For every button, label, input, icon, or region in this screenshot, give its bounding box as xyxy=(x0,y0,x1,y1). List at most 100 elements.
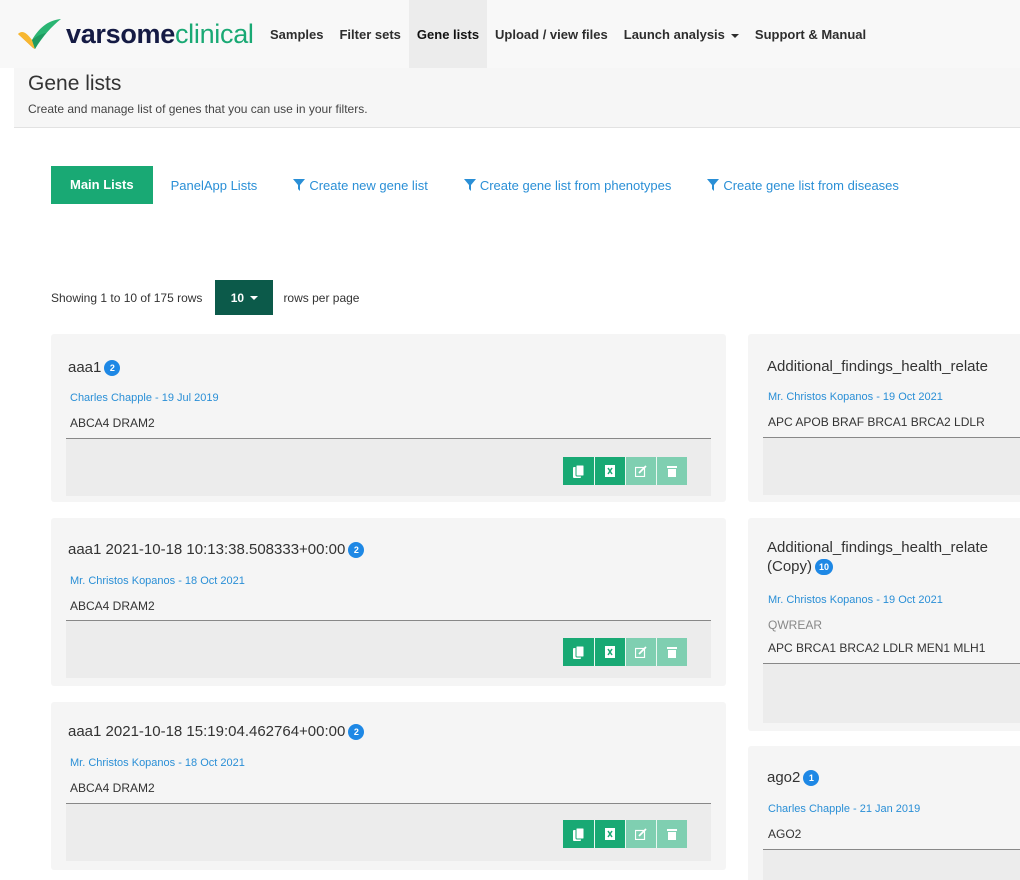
card-title-text: aaa1 2021-10-18 10:13:38.508333+00:00 xyxy=(68,541,346,558)
card-genes: ABCA4 DRAM2 xyxy=(70,416,155,430)
card-author-date: Mr. Christos Kopanos - 19 Oct 2021 xyxy=(768,594,943,606)
delete-button[interactable] xyxy=(656,457,687,485)
create-new-gene-list-label: Create new gene list xyxy=(309,177,428,193)
card-title[interactable]: Additional_findings_health_relate xyxy=(767,357,988,376)
trash-icon xyxy=(667,466,677,477)
gene-list-card: aaa1 2021-10-18 10:13:38.508333+00:00 2 M… xyxy=(51,518,726,686)
list-tabs: Main Lists PanelApp Lists Create new gen… xyxy=(51,166,917,204)
gene-count-badge: 10 xyxy=(815,559,834,575)
edit-icon xyxy=(635,465,647,477)
rows-per-page-dropdown[interactable]: 10 xyxy=(215,280,274,315)
trash-icon xyxy=(667,647,677,658)
gene-list-card: Additional_findings_health_relate (Copy)… xyxy=(748,518,1020,731)
rows-per-page-label: rows per page xyxy=(283,290,360,305)
edit-icon xyxy=(635,646,647,658)
gene-list-card: Additional_findings_health_relate Mr. Ch… xyxy=(748,334,1020,502)
card-title[interactable]: ago2 1 xyxy=(767,768,820,787)
page-header: Gene lists Create and manage list of gen… xyxy=(14,68,1020,128)
card-title-line2: (Copy) 10 xyxy=(767,557,988,576)
gene-count-badge: 2 xyxy=(104,360,121,376)
gene-list-card: ago2 1 Charles Chapple - 21 Jan 2019 AGO2 xyxy=(748,746,1020,880)
card-title-text: aaa1 2021-10-18 15:19:04.462764+00:00 xyxy=(68,723,346,740)
gene-count-badge: 2 xyxy=(348,542,365,558)
chevron-down-icon xyxy=(730,33,739,38)
card-genes: APC BRCA1 BRCA2 LDLR MEN1 MLH1 xyxy=(768,641,986,655)
nav-filter-sets[interactable]: Filter sets xyxy=(331,0,408,68)
edit-button[interactable] xyxy=(625,457,656,485)
gene-count-badge: 2 xyxy=(348,724,365,740)
gene-list-card: aaa1 2 Charles Chapple - 19 Jul 2019 ABCA… xyxy=(51,334,726,502)
brand-logo[interactable]: varsomeclinical xyxy=(16,12,254,56)
card-title[interactable]: aaa1 2021-10-18 15:19:04.462764+00:00 2 xyxy=(68,722,365,741)
card-footer xyxy=(763,849,1020,880)
filter-icon xyxy=(293,179,306,191)
filter-icon xyxy=(463,179,476,191)
card-title-text: ago2 xyxy=(767,769,801,786)
card-footer xyxy=(763,663,1020,723)
chevron-down-icon xyxy=(250,295,259,300)
pagination-info: Showing 1 to 10 of 175 rows 10 rows per … xyxy=(51,280,359,315)
create-from-phenotypes-link[interactable]: Create gene list from phenotypes xyxy=(446,178,690,193)
card-footer xyxy=(66,620,711,678)
top-navbar: varsomeclinical Samples Filter sets Gene… xyxy=(0,0,1020,68)
card-genes: ABCA4 DRAM2 xyxy=(70,599,155,613)
card-author-date: Mr. Christos Kopanos - 19 Oct 2021 xyxy=(768,391,943,403)
edit-button[interactable] xyxy=(625,638,656,666)
export-excel-button[interactable] xyxy=(594,820,625,848)
create-from-phenotypes-label: Create gene list from phenotypes xyxy=(479,177,672,193)
card-actions xyxy=(563,820,687,848)
filter-icon xyxy=(707,179,720,191)
card-footer xyxy=(763,437,1020,495)
gene-list-card: aaa1 2021-10-18 15:19:04.462764+00:00 2 M… xyxy=(51,702,726,870)
create-from-diseases-label: Create gene list from diseases xyxy=(723,177,899,193)
logo-check-icon xyxy=(18,19,61,49)
card-author-date: Mr. Christos Kopanos - 18 Oct 2021 xyxy=(70,757,245,769)
card-title-suffix: (Copy) xyxy=(767,558,813,575)
card-genes: ABCA4 DRAM2 xyxy=(70,781,155,795)
excel-icon xyxy=(605,465,615,477)
copy-icon xyxy=(572,464,584,478)
export-excel-button[interactable] xyxy=(594,457,625,485)
tab-main-lists[interactable]: Main Lists xyxy=(51,166,153,204)
card-actions xyxy=(563,638,687,666)
tab-panelapp-lists[interactable]: PanelApp Lists xyxy=(153,178,276,193)
page-title: Gene lists xyxy=(28,72,122,95)
copy-icon xyxy=(572,827,584,841)
card-title-text: Additional_findings_health_relate xyxy=(767,358,989,375)
nav-gene-lists[interactable]: Gene lists xyxy=(408,0,488,68)
create-new-gene-list-link[interactable]: Create new gene list xyxy=(275,178,446,193)
excel-icon xyxy=(605,828,615,840)
delete-button[interactable] xyxy=(656,638,687,666)
nav-samples[interactable]: Samples xyxy=(262,0,331,68)
card-genes: APC APOB BRAF BRCA1 BRCA2 LDLR xyxy=(768,415,985,429)
copy-icon xyxy=(572,645,584,659)
edit-icon xyxy=(635,828,647,840)
excel-icon xyxy=(605,646,615,658)
card-actions xyxy=(563,457,687,485)
main-nav: Samples Filter sets Gene lists Upload / … xyxy=(262,0,874,68)
copy-button[interactable] xyxy=(563,638,594,666)
rows-summary: Showing 1 to 10 of 175 rows xyxy=(51,290,203,305)
create-from-diseases-link[interactable]: Create gene list from diseases xyxy=(689,178,917,193)
trash-icon xyxy=(667,829,677,840)
card-title[interactable]: Additional_findings_health_relate (Copy)… xyxy=(767,538,988,576)
copy-button[interactable] xyxy=(563,820,594,848)
card-title-text: Additional_findings_health_relate xyxy=(767,539,989,556)
gene-count-badge: 1 xyxy=(803,770,820,786)
card-title[interactable]: aaa1 2021-10-18 10:13:38.508333+00:00 2 xyxy=(68,540,365,559)
card-genes: AGO2 xyxy=(768,827,802,841)
card-footer xyxy=(66,803,711,861)
card-title-text: aaa1 xyxy=(68,359,102,376)
card-description: QWREAR xyxy=(768,618,822,632)
card-title[interactable]: aaa1 2 xyxy=(68,358,121,377)
nav-upload-view-files[interactable]: Upload / view files xyxy=(487,0,616,68)
card-footer xyxy=(66,438,711,496)
export-excel-button[interactable] xyxy=(594,638,625,666)
nav-support-manual[interactable]: Support & Manual xyxy=(747,0,874,68)
nav-launch-analysis[interactable]: Launch analysis xyxy=(616,0,747,68)
copy-button[interactable] xyxy=(563,457,594,485)
card-author-date: Charles Chapple - 19 Jul 2019 xyxy=(70,392,219,404)
delete-button[interactable] xyxy=(656,820,687,848)
brand-wordmark: varsomeclinical xyxy=(66,18,254,49)
edit-button[interactable] xyxy=(625,820,656,848)
